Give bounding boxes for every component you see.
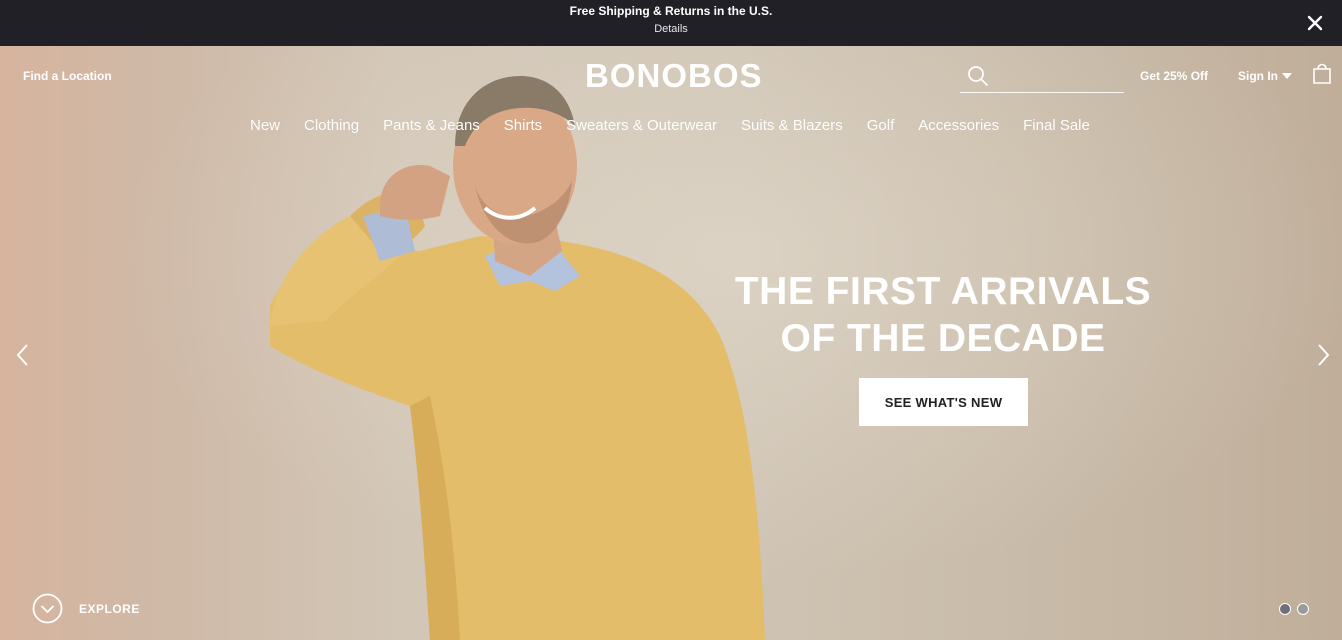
sign-in-dropdown[interactable]: Sign In (1238, 69, 1292, 83)
find-location-link[interactable]: Find a Location (23, 69, 112, 83)
hero-model-image (270, 76, 765, 640)
search-box[interactable] (960, 62, 1124, 93)
main-navigation: New Clothing Pants & Jeans Shirts Sweate… (250, 117, 1114, 134)
hero-headline-line-1: THE FIRST ARRIVALS (734, 270, 1152, 313)
nav-item-final-sale[interactable]: Final Sale (1023, 117, 1090, 134)
nav-item-sweaters-outerwear[interactable]: Sweaters & Outerwear (566, 117, 717, 134)
chevron-down-circle-icon (32, 593, 63, 624)
promo-bar: Free Shipping & Returns in the U.S. Deta… (0, 0, 1342, 46)
nav-item-pants-jeans[interactable]: Pants & Jeans (383, 117, 480, 134)
nav-item-clothing[interactable]: Clothing (304, 117, 359, 134)
carousel-dots (1279, 603, 1309, 615)
shopping-bag-icon[interactable] (1311, 61, 1333, 85)
explore-label: EXPLORE (79, 601, 140, 616)
nav-item-shirts[interactable]: Shirts (504, 117, 542, 134)
nav-item-suits-blazers[interactable]: Suits & Blazers (741, 117, 843, 134)
nav-item-golf[interactable]: Golf (867, 117, 895, 134)
nav-item-accessories[interactable]: Accessories (918, 117, 999, 134)
see-whats-new-button[interactable]: SEE WHAT'S NEW (859, 378, 1028, 426)
hero-headline-line-2: OF THE DECADE (780, 317, 1106, 360)
chevron-down-icon (1282, 73, 1292, 79)
get-discount-link[interactable]: Get 25% Off (1140, 69, 1208, 83)
promo-details-link[interactable]: Details (0, 23, 1342, 35)
chevron-left-icon[interactable] (12, 342, 34, 368)
close-icon[interactable] (1304, 12, 1326, 34)
carousel-dot-1[interactable] (1279, 603, 1291, 615)
search-input[interactable] (996, 64, 1120, 90)
sign-in-label: Sign In (1238, 69, 1278, 83)
promo-title: Free Shipping & Returns in the U.S. (569, 4, 773, 18)
hero-banner: Find a Location BONOBOS Get 25% Off Sign… (0, 46, 1342, 640)
search-icon[interactable] (966, 64, 990, 88)
carousel-dot-2[interactable] (1297, 603, 1309, 615)
chevron-right-icon[interactable] (1312, 342, 1334, 368)
explore-button[interactable]: EXPLORE (32, 593, 140, 624)
nav-item-new[interactable]: New (250, 117, 280, 134)
bonobos-logo[interactable]: BONOBOS (585, 57, 763, 95)
hero-headline: THE FIRST ARRIVALS OF THE DECADE (720, 268, 1166, 362)
